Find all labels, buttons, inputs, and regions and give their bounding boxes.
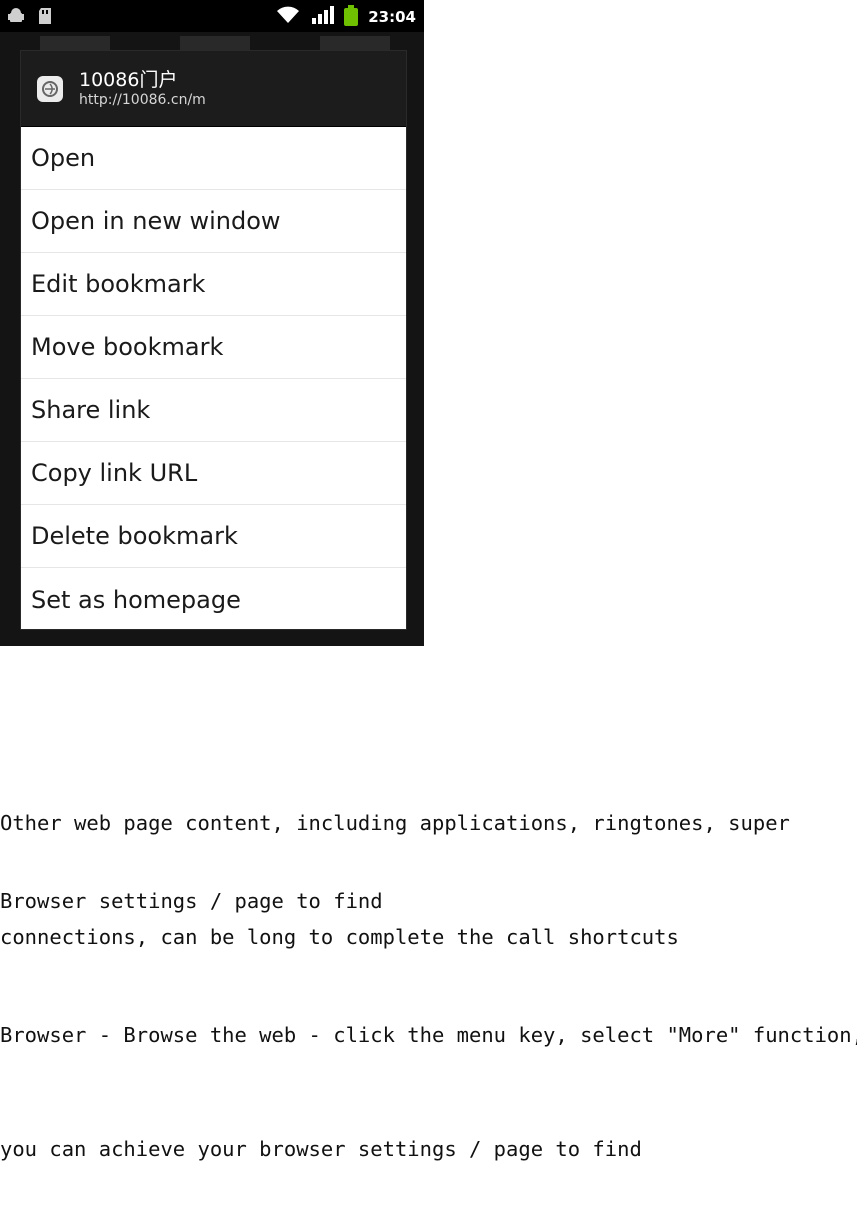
- menu-item-copy-link-url[interactable]: Copy link URL: [21, 442, 406, 505]
- menu-item-set-homepage[interactable]: Set as homepage: [21, 568, 406, 631]
- text-line: Browser - Browse the web - click the men…: [0, 1023, 857, 1047]
- text-line: you can achieve your browser settings / …: [0, 1137, 642, 1161]
- menu-item-open-new-window[interactable]: Open in new window: [21, 190, 406, 253]
- status-bar: 23:04: [0, 0, 424, 32]
- section-heading: Browser settings / page to find: [0, 889, 383, 913]
- status-time: 23:04: [368, 8, 416, 26]
- menu-item-edit-bookmark[interactable]: Edit bookmark: [21, 253, 406, 316]
- signal-icon: [310, 6, 335, 28]
- dialog-url: http://10086.cn/m: [79, 91, 206, 108]
- menu-item-share-link[interactable]: Share link: [21, 379, 406, 442]
- sd-card-icon: [38, 7, 52, 29]
- menu-item-move-bookmark[interactable]: Move bookmark: [21, 316, 406, 379]
- wifi-icon: [276, 6, 300, 28]
- dialog-title: 10086门户: [79, 68, 178, 91]
- context-menu-dialog: 10086门户 http://10086.cn/m Open Open in n…: [20, 50, 407, 630]
- phone-screenshot: 23:04 10086门户 http://10086.cn/m Open Ope…: [0, 0, 424, 646]
- dialog-header: 10086门户 http://10086.cn/m: [21, 51, 406, 127]
- menu-item-open[interactable]: Open: [21, 127, 406, 190]
- paragraph-settings: Browser - Browse the web - click the men…: [0, 940, 857, 1206]
- web-page-icon: [37, 75, 63, 102]
- android-debug-icon: [8, 7, 24, 29]
- menu-item-delete-bookmark[interactable]: Delete bookmark: [21, 505, 406, 568]
- context-menu: Open Open in new window Edit bookmark Mo…: [21, 127, 406, 631]
- battery-icon: [344, 5, 359, 26]
- text-line: Other web page content, including applic…: [0, 811, 790, 835]
